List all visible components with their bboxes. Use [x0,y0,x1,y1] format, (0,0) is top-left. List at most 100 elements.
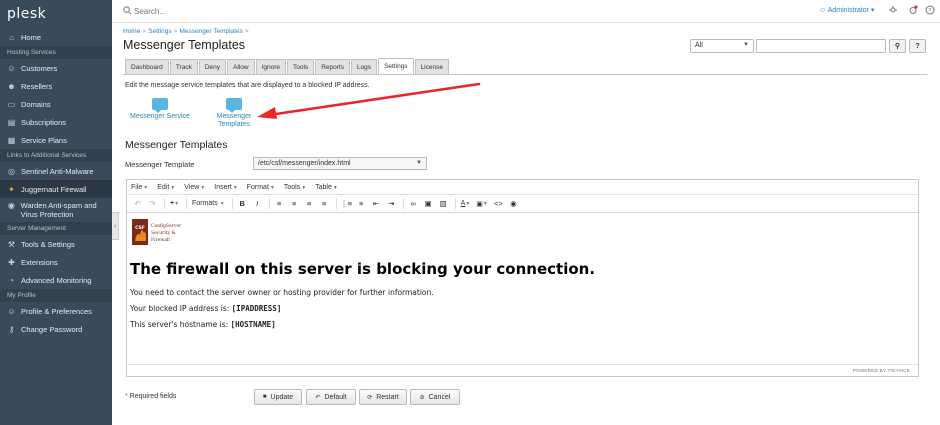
breadcrumb: Home > Settings > Messenger Templates > [123,28,251,35]
sidebar-item-label: Home [21,32,42,42]
preview-icon[interactable]: ◉ [507,198,520,210]
template-selected-value: /etc/csf/messenger/index.html [258,160,351,167]
menu-insert[interactable]: Insert▼ [214,184,237,191]
content-ip-line: Your blocked IP address is: [IPADDRESS] [130,304,281,313]
align-right-icon[interactable]: ≡ [303,198,316,210]
chevron-down-icon: ▾ [870,7,875,14]
messenger-service-tile[interactable]: Messenger Service [128,98,192,121]
tab-deny[interactable]: Deny [198,59,227,74]
button-label: Default [324,393,347,401]
filter-search-input[interactable] [756,39,886,53]
filter-select[interactable]: All ▼ [690,39,754,53]
tab-logs[interactable]: Logs [350,59,378,74]
menu-format[interactable]: Format▼ [247,184,275,191]
menu-file[interactable]: File▼ [131,184,148,191]
align-left-icon[interactable]: ≡ [273,198,286,210]
sidebar-collapse-handle[interactable]: ‹ [112,212,119,240]
sidebar-item-resellers[interactable]: ☻ Resellers [0,77,112,95]
menu-label: Insert [214,183,232,191]
tab-license[interactable]: License [414,59,449,74]
tab-reports[interactable]: Reports [315,59,350,74]
user-menu[interactable]: ☺ Administrator ▾ [819,6,874,14]
indent-icon[interactable]: ⇥ [385,198,398,210]
sidebar-item-customers[interactable]: ☺ Customers [0,59,112,77]
tab-settings[interactable]: Settings [378,58,414,74]
sidebar-item-sentinel[interactable]: ◎ Sentinel Anti-Malware [0,162,112,180]
sidebar-item-domains[interactable]: ▭ Domains [0,95,112,113]
tab-dashboard[interactable]: Dashboard [125,59,169,74]
sidebar-item-extensions[interactable]: ✚ Extensions [0,253,112,271]
italic-icon[interactable]: I [251,198,264,210]
sidebar-item-profile[interactable]: ☺ Profile & Preferences [0,302,112,320]
source-code-icon[interactable]: <> [492,198,505,210]
formats-dropdown[interactable]: Formats ▼ [190,198,227,210]
content-hostname-label: This server's hostname is: [130,320,231,329]
cancel-button[interactable]: ⊘ Cancel [410,389,460,405]
help-icon[interactable]: ? [925,5,935,15]
menu-tools[interactable]: Tools▼ [284,184,306,191]
home-icon: ⌂ [9,32,14,42]
tab-allow[interactable]: Allow [227,59,255,74]
sidebar-item-warden[interactable]: ◉ Warden Anti-spam and Virus Protection [0,198,112,222]
page-title: Messenger Templates [123,38,246,52]
tab-tools[interactable]: Tools [287,59,315,74]
restart-button[interactable]: ⟳ Restart [359,389,407,405]
sidebar-item-advanced-monitoring[interactable]: ◔ Advanced Monitoring [0,271,112,289]
ip-placeholder: [IPADDRESS] [231,304,282,313]
link-icon[interactable]: ∞ [407,198,420,210]
sidebar-item-change-password[interactable]: ⚷ Change Password [0,320,112,338]
sidebar-item-service-plans[interactable]: ▦ Service Plans [0,131,112,149]
chevron-down-icon: ▼ [170,184,176,191]
text-color-icon[interactable]: A ▼ [459,198,473,210]
update-button[interactable]: ■ Update [254,389,302,405]
menu-label: File [131,183,143,191]
menu-view[interactable]: View▼ [184,184,205,191]
menu-edit[interactable]: Edit▼ [157,184,175,191]
tab-ignore[interactable]: Ignore [255,59,286,74]
filter-search-button[interactable]: ⚲ [889,39,906,53]
bullet-list-icon[interactable]: ⋮≡ [340,198,353,210]
tab-track[interactable]: Track [169,59,198,74]
help-center-icon[interactable] [888,5,898,15]
bold-icon[interactable]: B [236,198,249,210]
redo-icon[interactable]: ↷ [146,198,159,210]
toolbar-divider [454,198,456,209]
background-color-icon[interactable]: ▣ ▼ [474,198,490,210]
tile-label-line1: Messenger [216,113,252,120]
notifications-icon[interactable] [908,5,918,15]
sidebar-item-home[interactable]: ⌂ Home [0,28,112,46]
numbered-list-icon[interactable]: ≡ [355,198,368,210]
powered-by-label[interactable]: POWERED BY TINYMCE [853,368,910,373]
sidebar-item-subscriptions[interactable]: ▤ Subscriptions [0,113,112,131]
sidebar-section-additional: Links to Additional Services [0,149,112,162]
plesk-logo[interactable]: plesk [0,0,112,28]
tools-icon: ⚒ [7,239,16,249]
insert-plus-icon[interactable]: + ▼ [168,198,181,210]
sidebar-item-label: Profile & Preferences [21,306,92,316]
breadcrumb-home[interactable]: Home [123,28,140,35]
default-button[interactable]: ↶ Default [306,389,356,405]
chevron-down-icon: ▼ [219,200,225,207]
sidebar-item-label: Advanced Monitoring [21,275,92,285]
editor-content[interactable]: CSF ConfigServer Security & Firewall The… [127,213,918,363]
messenger-templates-tile[interactable]: Messenger Templates [210,98,258,129]
align-justify-icon[interactable]: ≡ [318,198,331,210]
align-center-icon[interactable]: ≡ [288,198,301,210]
breadcrumb-messenger-templates[interactable]: Messenger Templates [179,28,242,35]
sidebar-item-juggernaut[interactable]: ✦ Juggernaut Firewall [0,180,112,198]
sidebar-item-tools-settings[interactable]: ⚒ Tools & Settings [0,235,112,253]
help-button[interactable]: ? [909,39,926,53]
domains-icon: ▭ [7,99,16,109]
user-name: Administrator [827,7,869,14]
template-select[interactable]: /etc/csf/messenger/index.html ▼ [253,157,427,170]
document-icon[interactable]: ▧ [437,198,450,210]
breadcrumb-separator: > [244,28,249,35]
template-field-label: Messenger Template [125,160,195,169]
undo-icon[interactable]: ↶ [131,198,144,210]
outdent-icon[interactable]: ⇤ [370,198,383,210]
image-icon[interactable]: ▣ [422,198,435,210]
toolbar-divider [335,198,337,209]
breadcrumb-settings[interactable]: Settings [148,28,172,35]
menu-table[interactable]: Table▼ [315,184,338,191]
global-search-input[interactable] [134,5,254,18]
